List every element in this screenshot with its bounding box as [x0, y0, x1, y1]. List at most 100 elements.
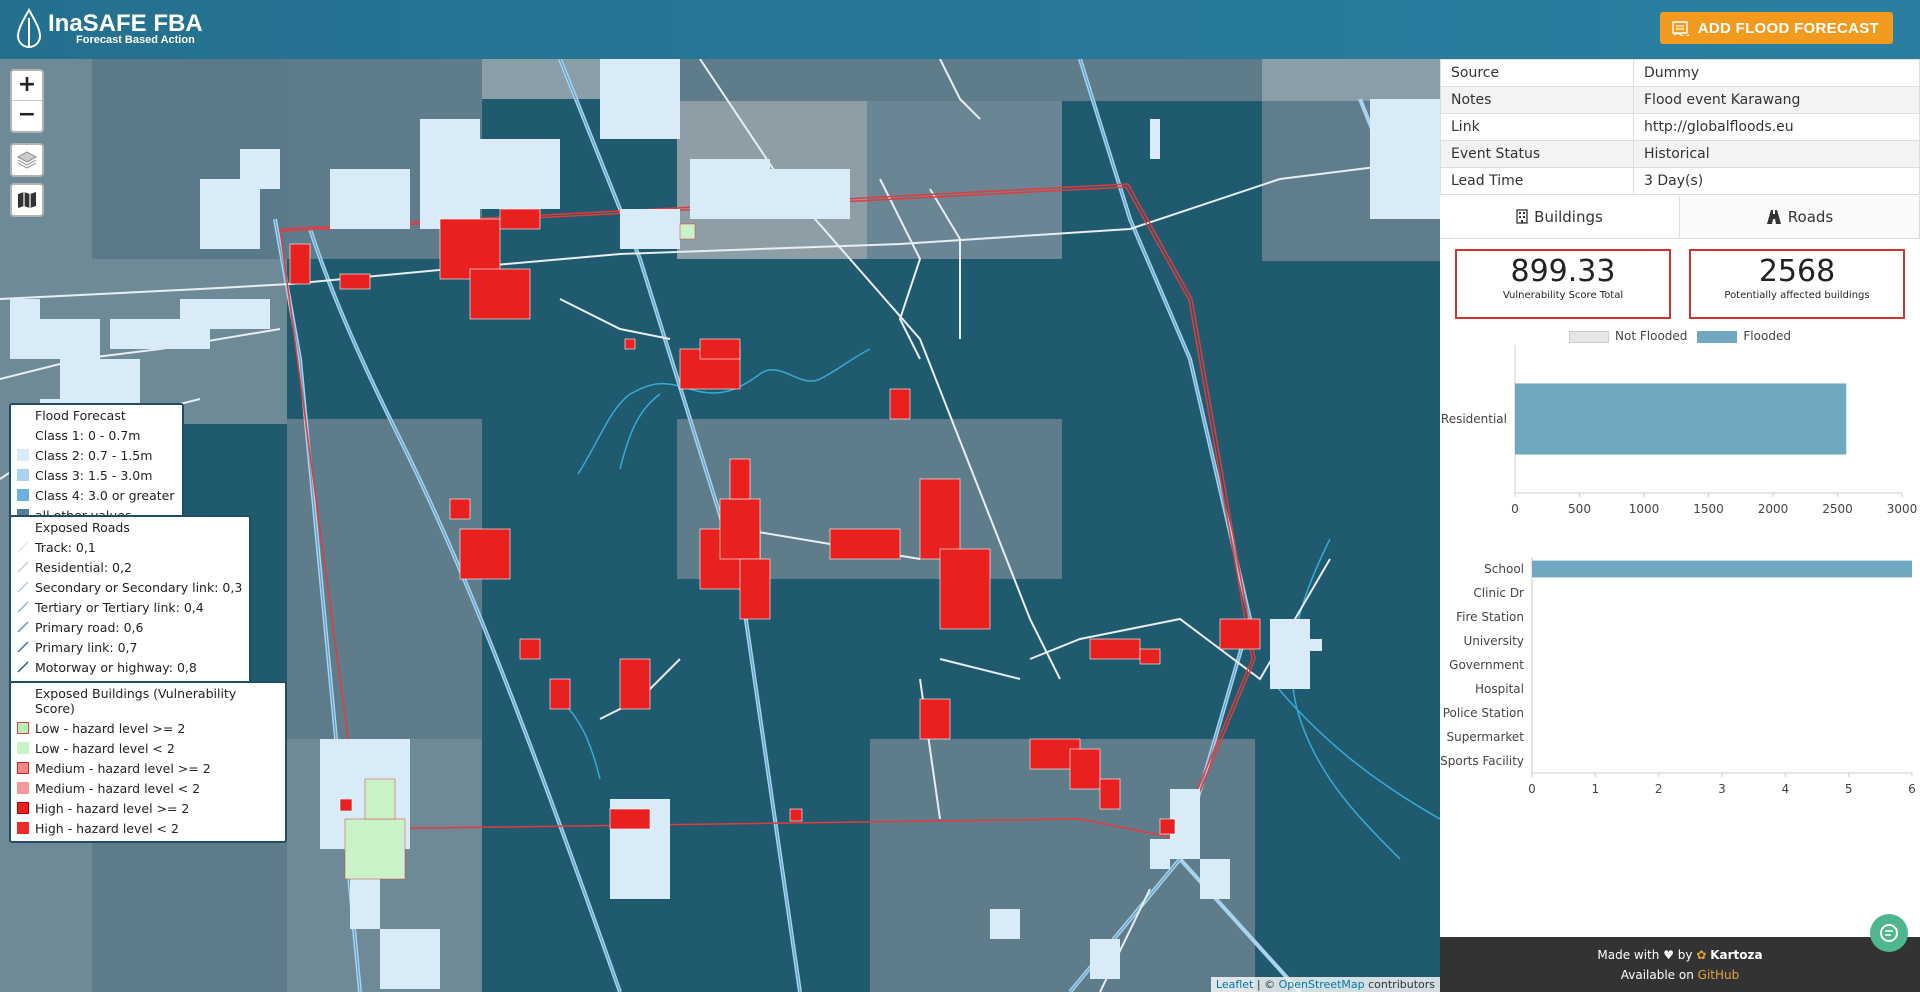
category-label: Government: [1449, 658, 1524, 672]
stats-row: 899.33 Vulnerability Score Total 2568 Po…: [1440, 239, 1920, 319]
info-row: Event Status Historical: [1440, 140, 1920, 168]
add-flood-forecast-button[interactable]: ADD FLOOD FORECAST: [1659, 12, 1893, 44]
flood-legend-swatch: [17, 469, 29, 481]
building-legend-item: Low - hazard level < 2: [17, 738, 279, 758]
zoom-out-button[interactable]: −: [12, 101, 42, 131]
brand[interactable]: InaSAFE FBA Forecast Based Action: [14, 8, 203, 50]
tab-roads-label: Roads: [1787, 208, 1834, 226]
tab-buildings-label: Buildings: [1534, 207, 1603, 226]
flood-legend-label: Class 2: 0.7 - 1.5m: [35, 447, 153, 463]
attribution-separator: | ©: [1253, 978, 1279, 991]
tab-roads[interactable]: Roads: [1680, 196, 1920, 238]
info-row: Notes Flood event Karawang: [1440, 86, 1920, 114]
x-tick-label: 1: [1592, 782, 1600, 796]
road-legend-swatch: [17, 621, 29, 633]
road-legend-swatch: [17, 641, 29, 653]
flood-legend-item: Class 2: 0.7 - 1.5m: [17, 445, 176, 465]
road-legend-swatch: [17, 581, 29, 593]
category-label: Sports Facility: [1440, 754, 1524, 768]
road-legend-item: Primary road: 0,6: [17, 617, 243, 637]
x-tick-label: 0: [1511, 502, 1519, 516]
building-legend-item: High - hazard level < 2: [17, 818, 279, 838]
road-legend-label: Tertiary or Tertiary link: 0,4: [35, 599, 204, 615]
x-tick-label: 2500: [1822, 502, 1853, 516]
osm-link[interactable]: OpenStreetMap: [1279, 978, 1365, 991]
building-legend-item: Medium - hazard level < 2: [17, 778, 279, 798]
road-legend-swatch: [17, 661, 29, 673]
info-value: Flood event Karawang: [1633, 86, 1920, 114]
building-legend-label: Medium - hazard level >= 2: [35, 760, 211, 776]
basemap-button[interactable]: [10, 183, 44, 217]
building-icon: [1516, 209, 1528, 224]
info-value: 3 Day(s): [1633, 167, 1920, 195]
leaflet-link[interactable]: Leaflet: [1216, 978, 1253, 991]
road-icon: [1766, 210, 1781, 224]
drop-logo-icon: [16, 8, 42, 48]
vulnerability-score-label: Vulnerability Score Total: [1502, 290, 1624, 301]
building-legend-swatch: [17, 722, 29, 734]
x-tick-label: 500: [1568, 502, 1591, 516]
info-label: Notes: [1440, 86, 1634, 114]
building-legend-swatch: [17, 782, 29, 794]
tab-buildings[interactable]: Buildings: [1440, 196, 1680, 238]
chat-button[interactable]: [1870, 914, 1908, 952]
available-on-label: Available on: [1620, 968, 1694, 982]
exposed-roads-legend: Exposed Roads Track: 0,1 Residential: 0,2…: [9, 515, 251, 702]
x-tick-label: 6: [1908, 782, 1916, 796]
road-legend-item: Secondary or Secondary link: 0,3: [17, 577, 243, 597]
category-label: University: [1463, 634, 1524, 648]
bar-flooded: [1532, 560, 1912, 578]
github-link[interactable]: GitHub: [1698, 968, 1740, 982]
category-label: Residential: [1441, 412, 1507, 426]
affected-buildings-card: 2568 Potentially affected buildings: [1689, 249, 1905, 319]
info-label: Event Status: [1440, 140, 1634, 168]
flood-legend-label: Class 4: 3.0 or greater: [35, 487, 175, 503]
map-view[interactable]: + − Flood Forecast Class 1: 0 - 0.7m Clas…: [0, 59, 1440, 992]
road-legend-item: Motorway or highway: 0,8: [17, 657, 243, 677]
x-tick-label: 5: [1845, 782, 1853, 796]
layers-button[interactable]: [10, 143, 44, 177]
category-label: Fire Station: [1456, 610, 1524, 624]
info-value: Historical: [1633, 140, 1920, 168]
forecast-icon: [1672, 21, 1690, 36]
building-legend-swatch: [17, 822, 29, 834]
flood-legend-swatch: [17, 449, 29, 461]
chat-icon: [1880, 924, 1898, 942]
bar-flooded: [1515, 383, 1847, 455]
building-legend-item: Medium - hazard level >= 2: [17, 758, 279, 778]
building-legend-item: High - hazard level >= 2: [17, 798, 279, 818]
info-row: Source Dummy: [1440, 59, 1920, 87]
road-legend-item: Track: 0,1: [17, 537, 243, 557]
vulnerability-score-card: 899.33 Vulnerability Score Total: [1455, 249, 1671, 319]
category-label: Hospital: [1475, 682, 1524, 696]
buildings-legend-title: Exposed Buildings (Vulnerability Score): [35, 686, 237, 716]
info-value[interactable]: http://globalfloods.eu: [1633, 113, 1920, 141]
exposed-buildings-legend: Exposed Buildings (Vulnerability Score) …: [9, 681, 287, 843]
road-legend-label: Motorway or highway: 0,8: [35, 659, 197, 675]
attribution-suffix: contributors: [1364, 978, 1435, 991]
kartoza-link[interactable]: Kartoza: [1710, 948, 1762, 962]
zoom-in-button[interactable]: +: [12, 71, 42, 101]
building-legend-swatch: [17, 802, 29, 814]
x-tick-label: 3: [1718, 782, 1726, 796]
heart-icon: ♥: [1663, 948, 1674, 962]
road-legend-label: Primary link: 0,7: [35, 639, 138, 655]
x-tick-label: 1000: [1629, 502, 1660, 516]
residential-bar-chart: 0 500 1000 1500 2000 2500 3000 Residential: [1441, 345, 1917, 516]
info-row: Link http://globalfloods.eu: [1440, 113, 1920, 141]
layers-icon: [16, 151, 38, 169]
info-label: Lead Time: [1440, 167, 1634, 195]
roads-legend-title: Exposed Roads: [35, 520, 130, 535]
road-legend-item: Tertiary or Tertiary link: 0,4: [17, 597, 243, 617]
info-value: Dummy: [1633, 59, 1920, 87]
road-legend-swatch: [17, 561, 29, 573]
building-legend-label: Medium - hazard level < 2: [35, 780, 201, 796]
info-row: Lead Time 3 Day(s): [1440, 167, 1920, 195]
category-label: Clinic Dr: [1473, 586, 1524, 600]
road-legend-swatch: [17, 541, 29, 553]
flood-legend-title: Flood Forecast: [35, 408, 126, 423]
app-subtitle: Forecast Based Action: [76, 34, 195, 46]
by-label: by: [1677, 948, 1693, 962]
x-tick-label: 1500: [1693, 502, 1724, 516]
app-title: InaSAFE FBA: [48, 10, 203, 37]
